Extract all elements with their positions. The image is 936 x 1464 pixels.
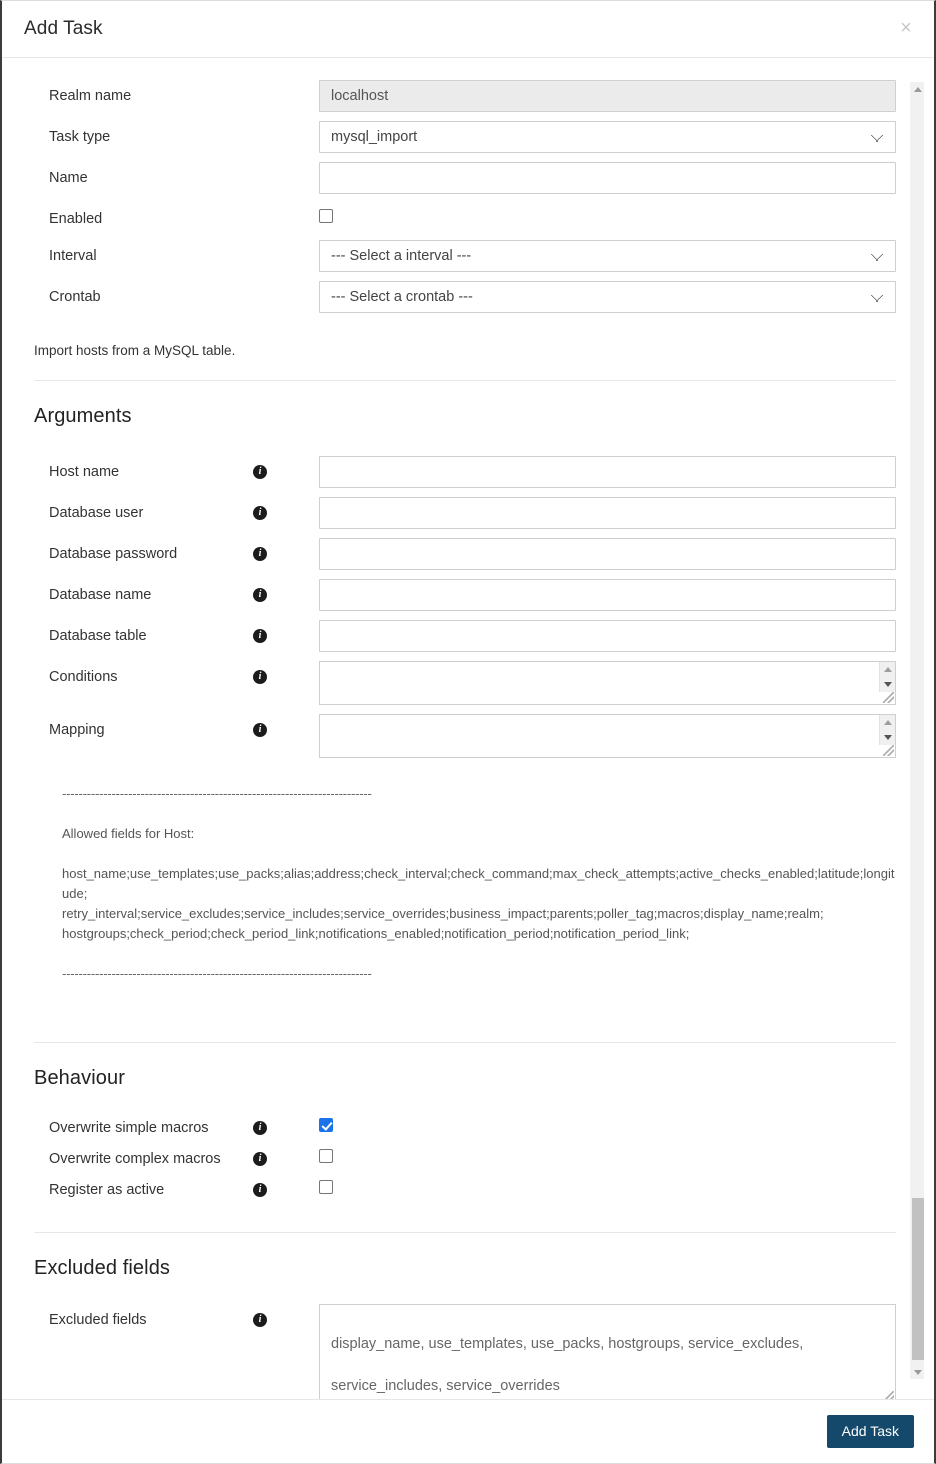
info-icon[interactable]: i [253,1152,267,1166]
info-icon[interactable]: i [253,670,267,684]
field-row-register-as-active: Register as active i [34,1174,896,1199]
field-row-mapping: Mapping i [34,714,896,758]
modal-body: Realm name Task type mysql_import Name E… [2,58,934,1399]
label-register-as-active: Register as active i [34,1174,319,1199]
conditions-spinner[interactable] [879,662,895,692]
mapping-textarea[interactable] [319,714,896,758]
overwrite-complex-macros-checkbox[interactable] [319,1149,333,1163]
label-excluded-fields: Excluded fields i [34,1304,319,1329]
excluded-fields-textarea[interactable]: display_name, use_templates, use_packs, … [319,1304,896,1399]
info-icon[interactable]: i [253,506,267,520]
allowed-fields-heading: Allowed fields for Host: [62,826,195,841]
label-interval: Interval [49,248,97,264]
interval-select[interactable]: --- Select a interval --- [319,240,896,272]
label-overwrite-simple-macros: Overwrite simple macros i [34,1112,319,1137]
scroll-down-arrow-icon[interactable] [911,1365,925,1379]
field-row-overwrite-complex-macros: Overwrite complex macros i [34,1143,896,1168]
field-row-database-user: Database user i [34,497,896,529]
close-icon[interactable]: × [893,15,919,41]
arguments-section-title: Arguments [34,405,132,427]
label-task-type: Task type [49,129,111,145]
database-password-input[interactable] [319,538,896,570]
excluded-fields-resize-handle[interactable] [883,1391,894,1399]
scrollbar-thumb[interactable] [912,1198,924,1360]
label-database-name: Database name i [34,579,319,604]
mapping-resize-handle[interactable] [883,745,894,756]
excluded-fields-section-title: Excluded fields [34,1257,171,1279]
allowed-fields-line-1: host_name;use_templates;use_packs;alias;… [62,866,895,901]
label-overwrite-complex-macros: Overwrite complex macros i [34,1143,319,1168]
divider-dashes-top: ----------------------------------------… [62,786,372,801]
field-row-database-password: Database password i [34,538,896,570]
divider [34,1232,896,1233]
conditions-textarea[interactable] [319,661,896,705]
info-icon[interactable]: i [253,629,267,643]
field-row-excluded-fields: Excluded fields i display_name, use_temp… [34,1304,896,1399]
label-realm-name: Realm name [49,88,132,104]
label-crontab: Crontab [49,289,101,305]
enabled-checkbox[interactable] [319,209,333,223]
add-task-button[interactable]: Add Task [826,1415,914,1448]
allowed-fields-help: ----------------------------------------… [34,784,896,984]
label-database-user: Database user i [34,497,319,522]
realm-name-input[interactable] [319,80,896,112]
field-row-database-name: Database name i [34,579,896,611]
label-enabled: Enabled [49,211,103,227]
allowed-fields-line-2: retry_interval;service_excludes;service_… [62,906,824,921]
scroll-up-arrow-icon[interactable] [911,82,925,96]
database-table-input[interactable] [319,620,896,652]
label-name: Name [49,170,88,186]
divider [34,1042,896,1043]
field-row-enabled: Enabled [34,203,896,228]
field-row-database-table: Database table i [34,620,896,652]
behaviour-section-title: Behaviour [34,1067,125,1089]
field-row-interval: Interval --- Select a interval --- [34,240,896,272]
task-type-select[interactable]: mysql_import [319,121,896,153]
modal-scrollbar[interactable] [910,82,924,1379]
crontab-select[interactable]: --- Select a crontab --- [319,281,896,313]
page-title: Add Task [24,18,103,39]
info-icon[interactable]: i [253,547,267,561]
label-database-password: Database password i [34,538,319,563]
field-row-name: Name [34,162,896,194]
info-icon[interactable]: i [253,465,267,479]
label-database-table: Database table i [34,620,319,645]
mapping-spinner[interactable] [879,715,895,745]
allowed-fields-list: host_name;use_templates;use_packs;alias;… [34,864,896,944]
add-task-modal: Add Task × Realm name Task type mysql_im… [0,0,936,1464]
divider [34,380,896,381]
label-host-name: Host name i [34,456,319,481]
label-mapping: Mapping i [34,714,319,739]
field-row-crontab: Crontab --- Select a crontab --- [34,281,896,313]
conditions-resize-handle[interactable] [883,692,894,703]
modal-footer: Add Task [2,1399,934,1463]
host-name-input[interactable] [319,456,896,488]
info-icon[interactable]: i [253,588,267,602]
database-name-input[interactable] [319,579,896,611]
info-icon[interactable]: i [253,1183,267,1197]
field-row-task-type: Task type mysql_import [34,121,896,153]
label-conditions: Conditions i [34,661,319,686]
modal-header: Add Task × [2,1,934,58]
allowed-fields-line-3: hostgroups;check_period;check_period_lin… [62,926,690,941]
overwrite-simple-macros-checkbox[interactable] [319,1118,333,1132]
database-user-input[interactable] [319,497,896,529]
register-as-active-checkbox[interactable] [319,1180,333,1194]
name-input[interactable] [319,162,896,194]
info-icon[interactable]: i [253,723,267,737]
info-icon[interactable]: i [253,1313,267,1327]
field-row-conditions: Conditions i [34,661,896,705]
field-row-overwrite-simple-macros: Overwrite simple macros i [34,1112,896,1137]
field-row-host-name: Host name i [34,456,896,488]
info-icon[interactable]: i [253,1121,267,1135]
field-row-realm-name: Realm name [34,80,896,112]
divider-dashes-bottom: ----------------------------------------… [62,966,372,981]
task-description: Import hosts from a MySQL table. [34,343,236,358]
